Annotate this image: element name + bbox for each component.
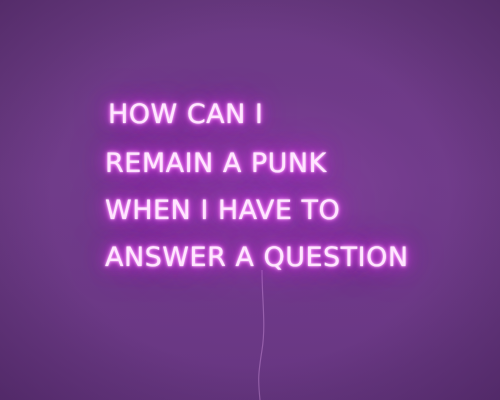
neon-line-1: HOW CAN I — [108, 99, 264, 130]
neon-line-2: REMAIN A PUNK — [105, 148, 327, 179]
neon-line-3: WHEN I HAVE TO — [105, 195, 341, 226]
neon-line-4: ANSWER A QUESTION — [105, 242, 409, 273]
purple-wall: HOW CAN I REMAIN A PUNK WHEN I HAVE TO A… — [0, 0, 500, 400]
